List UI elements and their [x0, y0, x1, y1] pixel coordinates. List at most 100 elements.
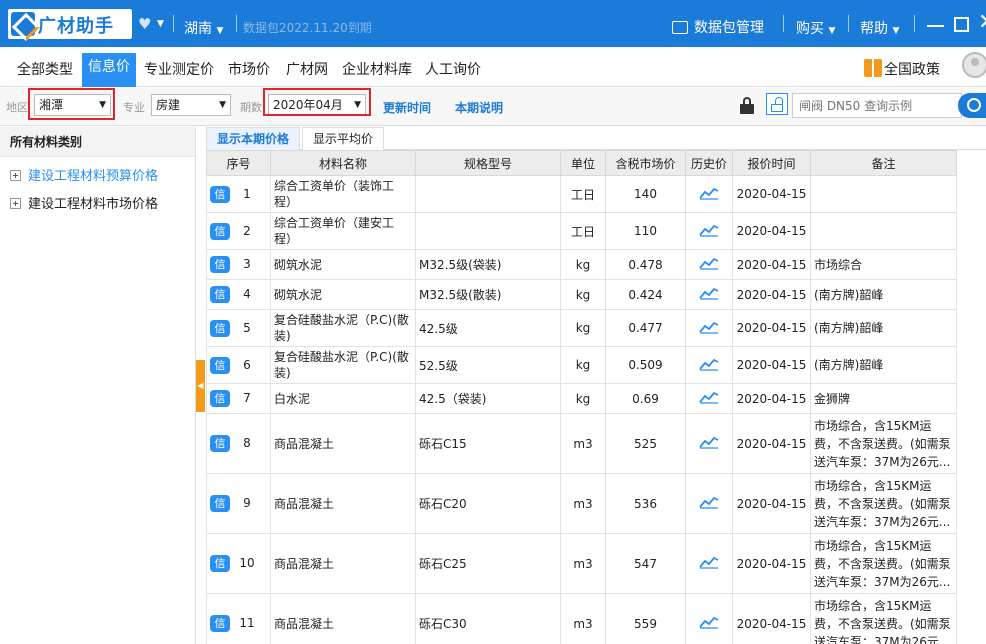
quote-date: 2020-04-15: [732, 473, 811, 534]
close-icon[interactable]: ✕: [978, 12, 986, 34]
col-header-spec[interactable]: 规格型号: [415, 150, 561, 176]
material-name: 综合工资单价（装饰工程）: [270, 175, 416, 213]
table-row[interactable]: 信 2 综合工资单价（建安工程） 工日 110 2020-04-15: [206, 212, 957, 250]
info-tag: 信: [210, 435, 230, 452]
spec: [415, 212, 561, 250]
unlock-icon[interactable]: [766, 93, 788, 115]
table-row[interactable]: 信 5 复合硅酸盐水泥（P.C)(散装) 42.5级 kg 0.477 2020-04-15…: [206, 309, 957, 347]
policy-label: 全国政策: [884, 62, 940, 78]
col-header-note[interactable]: 备注: [810, 150, 957, 176]
avatar[interactable]: [962, 52, 986, 78]
col-header-price[interactable]: 含税市场价: [605, 150, 686, 176]
history-cell: [685, 383, 733, 414]
period-desc-link[interactable]: 本期说明: [455, 99, 503, 116]
material-name: 复合硅酸盐水泥（P.C)(散装): [270, 346, 416, 384]
row-no-cell: 信9: [206, 473, 271, 534]
trend-chart-icon[interactable]: [699, 390, 719, 404]
major-select[interactable]: 房建 ▼: [151, 94, 231, 116]
category-sidebar: 所有材料类别 建设工程材料预算价格 建设工程材料市场价格: [0, 127, 196, 644]
tab-current-price[interactable]: 显示本期价格: [206, 127, 301, 150]
note-cell: 金狮牌: [810, 383, 957, 414]
tab-all-types[interactable]: 全部类型: [17, 59, 73, 79]
minimize-button[interactable]: [927, 25, 944, 27]
row-no: 9: [243, 496, 251, 510]
tab-enterprise-library[interactable]: 企业材料库: [342, 59, 412, 79]
national-policy-button[interactable]: 全国政策: [864, 59, 940, 79]
help-menu[interactable]: 帮助 ▼: [860, 18, 899, 38]
col-header-name[interactable]: 材料名称: [270, 150, 416, 176]
tab-guangcai-web[interactable]: 广材网: [286, 59, 328, 79]
note: 市场综合，含15KM运费，不含泵送费。(如需泵送汽车泵：37M为26元...: [814, 418, 951, 469]
trend-chart-icon[interactable]: [699, 186, 719, 200]
trend-chart-icon[interactable]: [699, 357, 719, 371]
province-label: 湖南: [184, 21, 212, 37]
trend-chart-icon[interactable]: [699, 435, 719, 449]
tab-professional-price[interactable]: 专业测定价: [144, 59, 214, 79]
material-name: 白水泥: [270, 383, 416, 414]
trend-chart-icon[interactable]: [699, 223, 719, 237]
table-row[interactable]: 信 11 商品混凝土 砾石C30 m3 559 2020-04-15 市场综合，含15KM运费…: [206, 593, 957, 644]
col-header-no[interactable]: 序号: [206, 150, 271, 176]
table-row[interactable]: 信 4 砌筑水泥 M32.5级(散装) kg 0.424 2020-04-15 (南方牌)韶峰: [206, 279, 957, 310]
col-header-history[interactable]: 历史价: [685, 150, 733, 176]
quote-date: 2020-04-15: [732, 533, 811, 594]
trend-chart-icon[interactable]: [699, 256, 719, 270]
unit: kg: [560, 346, 606, 384]
tree-item-budget-price[interactable]: 建设工程材料预算价格: [10, 165, 158, 184]
table-row[interactable]: 信 10 商品混凝土 砾石C25 m3 547 2020-04-15 市场综合，含15KM运费…: [206, 533, 957, 594]
expand-icon[interactable]: [10, 198, 21, 209]
note: 市场综合: [814, 257, 863, 272]
tab-average-price[interactable]: 显示平均价: [302, 127, 385, 150]
spec: 砾石C25: [415, 533, 561, 594]
divider: [783, 15, 784, 32]
package-manager-button[interactable]: 数据包管理: [672, 17, 764, 37]
col-header-date[interactable]: 报价时间: [732, 150, 811, 176]
tree-item-market-price[interactable]: 建设工程材料市场价格: [10, 193, 158, 212]
trend-chart-icon[interactable]: [699, 320, 719, 334]
chevron-down-icon: ▼: [216, 26, 224, 36]
favorite-heart-icon[interactable]: ♥: [138, 15, 151, 33]
maximize-button[interactable]: [954, 17, 969, 32]
info-tag: 信: [210, 555, 230, 572]
table-row[interactable]: 信 1 综合工资单价（装饰工程） 工日 140 2020-04-15: [206, 175, 957, 213]
quote-date: 2020-04-15: [732, 175, 811, 213]
row-no-cell: 信 11: [206, 593, 271, 644]
material-name: 商品混凝土: [270, 473, 416, 534]
row-no-cell: 信5: [206, 309, 271, 347]
update-time-link[interactable]: 更新时间: [383, 99, 431, 116]
trend-chart-icon[interactable]: [699, 615, 719, 629]
quote-date: 2020-04-15: [732, 383, 811, 414]
price: 0.509: [605, 346, 686, 384]
info-tag: 信: [210, 256, 230, 273]
unit: 工日: [560, 212, 606, 250]
note-cell: [810, 175, 957, 213]
table-row[interactable]: 信 9 商品混凝土 砾石C20 m3 536 2020-04-15 市场综合，含15KM运费，…: [206, 473, 957, 534]
chevron-down-icon[interactable]: ▼: [157, 19, 164, 29]
spec: 42.5级: [415, 309, 561, 347]
table-row[interactable]: 信 8 商品混凝土 砾石C15 m3 525 2020-04-15 市场综合，含15KM运费，…: [206, 413, 957, 474]
history-cell: [685, 413, 733, 474]
trend-chart-icon[interactable]: [699, 555, 719, 569]
col-header-unit[interactable]: 单位: [560, 150, 606, 176]
tab-manual-inquiry[interactable]: 人工询价: [425, 59, 481, 79]
row-no-cell: 信6: [206, 346, 271, 384]
table-row[interactable]: 信 3 砌筑水泥 M32.5级(袋装) kg 0.478 2020-04-15 市场综合: [206, 249, 957, 280]
highlight-box: [263, 88, 371, 116]
row-no: 3: [243, 257, 251, 271]
tab-info-price[interactable]: 信息价: [82, 53, 136, 87]
trend-chart-icon[interactable]: [699, 286, 719, 300]
collapse-sidebar-handle[interactable]: ◀: [196, 360, 205, 412]
quote-date: 2020-04-15: [732, 249, 811, 280]
trend-chart-icon[interactable]: [699, 495, 719, 509]
expand-icon[interactable]: [10, 170, 21, 181]
table-row[interactable]: 信 6 复合硅酸盐水泥（P.C)(散装) 52.5级 kg 0.509 2020-04-15…: [206, 346, 957, 384]
tab-market-price[interactable]: 市场价: [228, 59, 270, 79]
lock-icon[interactable]: [740, 97, 754, 114]
table-row[interactable]: 信 7 白水泥 42.5（袋装) kg 0.69 2020-04-15 金狮牌: [206, 383, 957, 414]
search-icon[interactable]: [958, 93, 986, 118]
search-input[interactable]: [792, 93, 962, 118]
province-selector[interactable]: 湖南 ▼: [184, 18, 223, 38]
buy-menu[interactable]: 购买 ▼: [796, 18, 835, 38]
unit: kg: [560, 249, 606, 280]
info-tag: 信: [210, 495, 230, 512]
